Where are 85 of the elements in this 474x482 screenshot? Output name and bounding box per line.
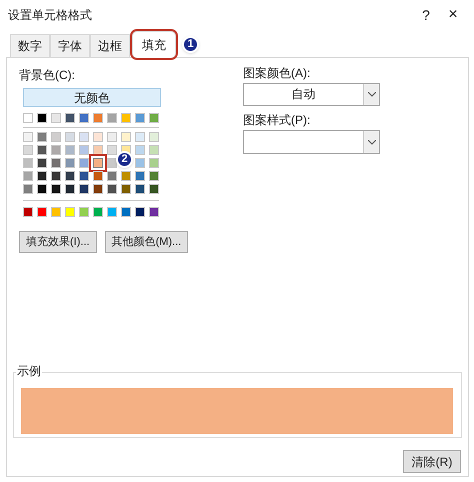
color-swatch[interactable] bbox=[135, 184, 145, 194]
color-swatch[interactable] bbox=[65, 158, 75, 168]
color-swatch[interactable] bbox=[121, 132, 131, 142]
color-swatch[interactable] bbox=[65, 113, 75, 123]
color-swatch[interactable] bbox=[93, 171, 103, 181]
color-swatch[interactable] bbox=[149, 145, 159, 155]
tab[interactable]: 边框 bbox=[90, 34, 130, 58]
color-swatch[interactable] bbox=[51, 145, 61, 155]
tab[interactable]: 字体 bbox=[50, 34, 90, 58]
color-swatch[interactable] bbox=[51, 171, 61, 181]
color-swatch[interactable] bbox=[23, 171, 33, 181]
color-swatch[interactable] bbox=[23, 158, 33, 168]
color-swatch[interactable] bbox=[149, 113, 159, 123]
color-swatch[interactable] bbox=[107, 207, 117, 217]
color-swatch[interactable] bbox=[51, 132, 61, 142]
color-swatch[interactable] bbox=[79, 207, 89, 217]
color-swatch[interactable] bbox=[65, 184, 75, 194]
color-swatch[interactable] bbox=[149, 171, 159, 181]
color-swatch[interactable] bbox=[121, 207, 131, 217]
background-color-label: 背景色(C): bbox=[19, 67, 76, 84]
no-color-button[interactable]: 无颜色 bbox=[23, 88, 161, 107]
color-swatch[interactable] bbox=[121, 113, 131, 123]
color-swatch[interactable] bbox=[37, 171, 47, 181]
color-swatch[interactable] bbox=[37, 132, 47, 142]
color-swatch[interactable] bbox=[149, 132, 159, 142]
color-swatch[interactable] bbox=[79, 184, 89, 194]
sample-label: 示例 bbox=[16, 364, 42, 378]
color-swatch[interactable] bbox=[65, 207, 75, 217]
dialog-button[interactable]: 其他颜色(M)... bbox=[104, 231, 188, 253]
color-swatch[interactable] bbox=[23, 207, 33, 217]
color-swatch[interactable] bbox=[65, 145, 75, 155]
color-swatch[interactable] bbox=[135, 207, 145, 217]
color-swatch[interactable] bbox=[51, 184, 61, 194]
clear-button[interactable]: 清除(R) bbox=[403, 450, 461, 473]
color-swatch[interactable] bbox=[79, 132, 89, 142]
pattern-style-label: 图案样式(P): bbox=[243, 112, 312, 129]
color-swatch[interactable] bbox=[79, 113, 89, 123]
color-swatch[interactable] bbox=[135, 113, 145, 123]
color-swatch[interactable] bbox=[121, 171, 131, 181]
color-swatch[interactable] bbox=[149, 158, 159, 168]
color-swatch[interactable] bbox=[37, 158, 47, 168]
color-swatch[interactable] bbox=[149, 207, 159, 217]
color-swatch[interactable] bbox=[23, 113, 33, 123]
color-swatch[interactable] bbox=[121, 184, 131, 194]
pattern-color-dropdown[interactable]: 自动 bbox=[243, 83, 380, 106]
color-swatch[interactable] bbox=[51, 207, 61, 217]
color-swatch[interactable] bbox=[107, 171, 117, 181]
color-swatch[interactable] bbox=[79, 158, 89, 168]
color-swatch[interactable] bbox=[37, 207, 47, 217]
color-swatch[interactable] bbox=[23, 145, 33, 155]
color-swatch[interactable] bbox=[93, 145, 103, 155]
tab[interactable]: 数字 bbox=[10, 34, 50, 58]
tab[interactable]: 填充 bbox=[132, 31, 176, 58]
color-swatch[interactable] bbox=[23, 132, 33, 142]
color-swatch[interactable] bbox=[93, 207, 103, 217]
color-swatch[interactable] bbox=[107, 158, 117, 168]
color-swatch[interactable] bbox=[93, 184, 103, 194]
close-button[interactable]: × bbox=[438, 3, 468, 27]
color-swatch[interactable] bbox=[135, 171, 145, 181]
dialog-button[interactable]: 填充效果(I)... bbox=[19, 231, 97, 253]
color-swatch[interactable] bbox=[149, 184, 159, 194]
color-swatch[interactable] bbox=[107, 145, 117, 155]
color-swatch[interactable] bbox=[135, 158, 145, 168]
color-swatch[interactable] bbox=[65, 132, 75, 142]
color-swatch[interactable] bbox=[135, 145, 145, 155]
color-swatch[interactable] bbox=[37, 184, 47, 194]
color-swatch[interactable] bbox=[107, 184, 117, 194]
color-swatch[interactable] bbox=[51, 158, 61, 168]
color-swatch[interactable] bbox=[93, 113, 103, 123]
pattern-style-dropdown[interactable] bbox=[243, 130, 380, 154]
pattern-color-label: 图案颜色(A): bbox=[243, 65, 312, 82]
color-swatch[interactable] bbox=[79, 145, 89, 155]
window-title: 设置单元格格式 bbox=[8, 7, 93, 24]
color-swatch[interactable] bbox=[107, 113, 117, 123]
help-button[interactable]: ? bbox=[414, 4, 438, 26]
color-swatch[interactable] bbox=[23, 184, 33, 194]
callout-badge: 1 bbox=[182, 36, 199, 53]
color-swatch[interactable] bbox=[37, 113, 47, 123]
color-swatch[interactable] bbox=[79, 171, 89, 181]
color-swatch[interactable] bbox=[135, 132, 145, 142]
color-swatch[interactable] bbox=[107, 132, 117, 142]
color-swatch[interactable] bbox=[51, 113, 61, 123]
color-swatch[interactable] bbox=[93, 132, 103, 142]
color-swatch[interactable] bbox=[37, 145, 47, 155]
color-swatch[interactable] bbox=[65, 171, 75, 181]
